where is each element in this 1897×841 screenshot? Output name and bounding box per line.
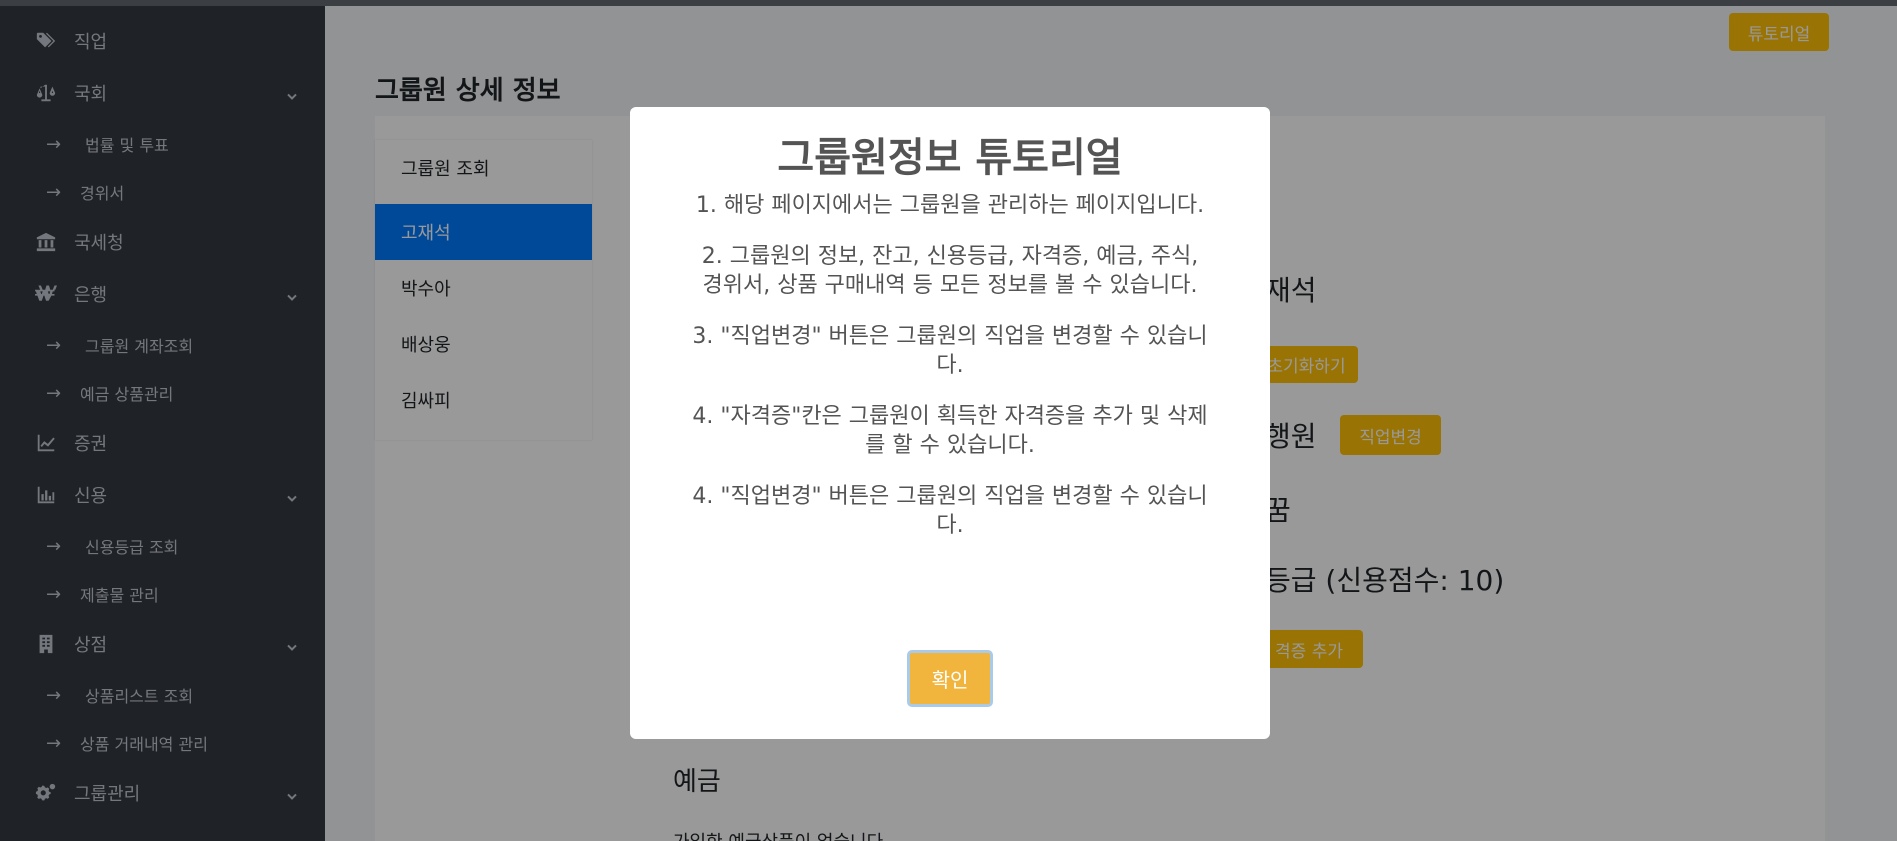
modal-step: 4. "자격증"칸은 그룹원이 획득한 자격증을 추가 및 삭제를 할 수 있습… (692, 404, 1208, 458)
modal-steps: 1. 해당 페이지에서는 그룹원을 관리하는 페이지입니다. 2. 그룹원의 정… (690, 191, 1210, 562)
modal-step: 2. 그룹원의 정보, 잔고, 신용등급, 자격증, 예금, 주식, 경위서, … (701, 244, 1199, 298)
tutorial-modal: 그룹원정보 튜토리얼 1. 해당 페이지에서는 그룹원을 관리하는 페이지입니다… (630, 107, 1270, 739)
modal-step: 4. "직업변경" 버튼은 그룹원의 직업을 변경할 수 있습니다. (692, 484, 1208, 538)
modal-title: 그룹원정보 튜토리얼 (777, 135, 1123, 181)
confirm-button[interactable]: 확인 (907, 650, 993, 707)
modal-step: 3. "직업변경" 버튼은 그룹원의 직업을 변경할 수 있습니다. (692, 324, 1208, 378)
modal-step: 1. 해당 페이지에서는 그룹원을 관리하는 페이지입니다. (695, 193, 1205, 218)
window-top-strip (0, 0, 1897, 6)
